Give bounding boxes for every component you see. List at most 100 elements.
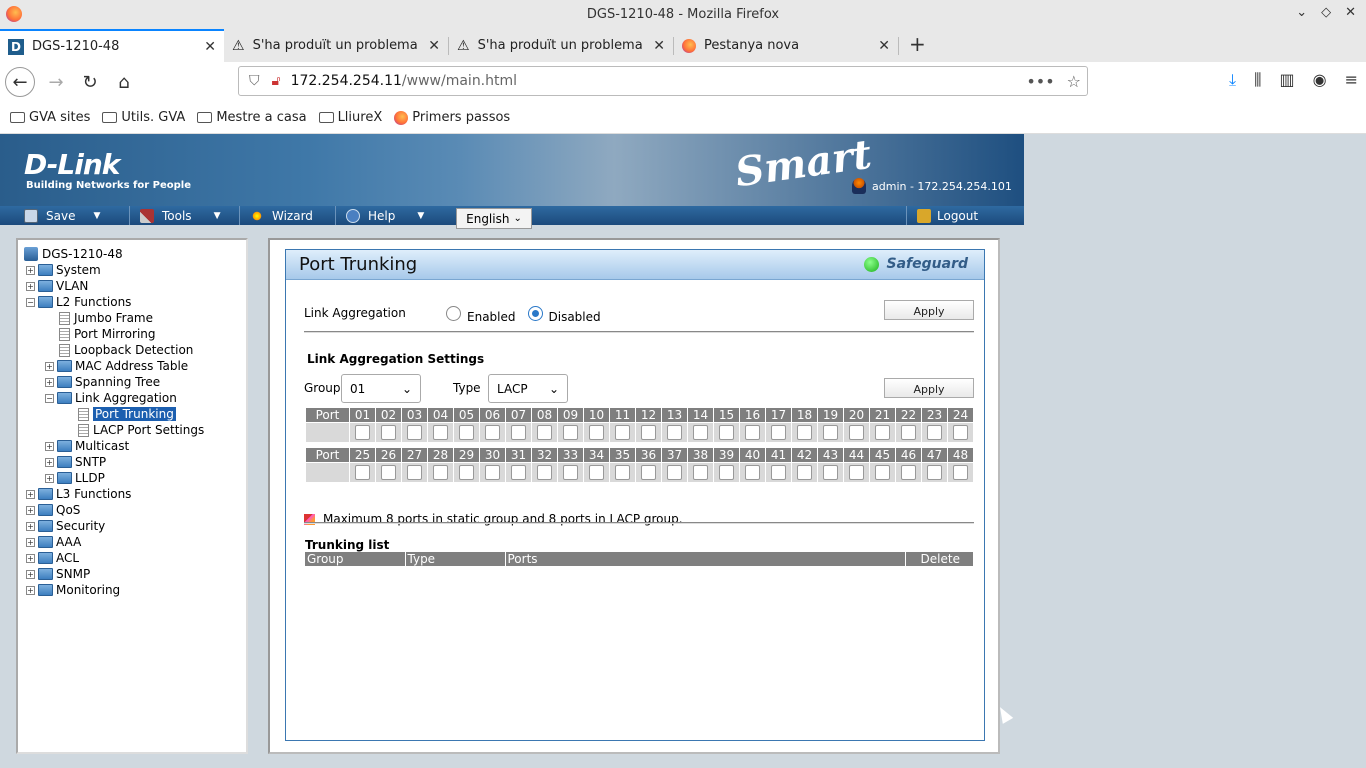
- expand-icon[interactable]: +: [45, 361, 54, 371]
- port-26-checkbox[interactable]: [381, 465, 396, 480]
- expand-icon[interactable]: +: [26, 505, 35, 515]
- expand-icon[interactable]: +: [45, 473, 54, 483]
- apply-settings-button[interactable]: Apply: [884, 378, 974, 398]
- downloads-icon[interactable]: ⤓: [1229, 70, 1236, 90]
- tree-item-mac-address-table[interactable]: + MAC Address Table: [18, 358, 246, 374]
- port-42-checkbox[interactable]: [797, 465, 812, 480]
- port-36-checkbox[interactable]: [641, 465, 656, 480]
- insecure-lock-icon[interactable]: 🔓︎: [272, 73, 281, 89]
- expand-icon[interactable]: +: [26, 265, 35, 275]
- collapse-icon[interactable]: −: [26, 297, 35, 307]
- close-tab-icon[interactable]: ✕: [878, 38, 890, 54]
- port-34-checkbox[interactable]: [589, 465, 604, 480]
- forward-arrow-icon[interactable]: →: [41, 67, 71, 97]
- new-tab-plus-icon[interactable]: +: [899, 32, 936, 60]
- close-tab-icon[interactable]: ✕: [428, 38, 440, 54]
- port-15-checkbox[interactable]: [719, 425, 734, 440]
- port-17-checkbox[interactable]: [771, 425, 786, 440]
- bookmark-gva-sites[interactable]: GVA sites: [10, 110, 90, 125]
- port-18-checkbox[interactable]: [797, 425, 812, 440]
- shield-icon[interactable]: ⛉: [249, 73, 260, 89]
- bookmark-primers-passos[interactable]: Primers passos: [394, 110, 510, 125]
- bookmark-mestre-a-casa[interactable]: Mestre a casa: [197, 110, 307, 125]
- port-08-checkbox[interactable]: [537, 425, 552, 440]
- collapse-icon[interactable]: −: [45, 393, 54, 403]
- minimize-icon[interactable]: ⌄: [1296, 5, 1307, 20]
- port-23-checkbox[interactable]: [927, 425, 942, 440]
- library-icon[interactable]: ⫼: [1254, 70, 1261, 90]
- port-30-checkbox[interactable]: [485, 465, 500, 480]
- tree-item-l3-functions[interactable]: + L3 Functions: [18, 486, 246, 502]
- tree-item-sntp[interactable]: + SNTP: [18, 454, 246, 470]
- tree-item-security[interactable]: + Security: [18, 518, 246, 534]
- port-05-checkbox[interactable]: [459, 425, 474, 440]
- tab-error-1[interactable]: ⚠ S'ha produït un problema ✕: [224, 29, 448, 62]
- expand-icon[interactable]: +: [45, 441, 54, 451]
- expand-icon[interactable]: +: [26, 521, 35, 531]
- tree-item-multicast[interactable]: + Multicast: [18, 438, 246, 454]
- bookmark-utils-gva[interactable]: Utils. GVA: [102, 110, 185, 125]
- port-21-checkbox[interactable]: [875, 425, 890, 440]
- port-10-checkbox[interactable]: [589, 425, 604, 440]
- port-04-checkbox[interactable]: [433, 425, 448, 440]
- tree-item-monitoring[interactable]: + Monitoring: [18, 582, 246, 598]
- tree-item-vlan[interactable]: + VLAN: [18, 278, 246, 294]
- bookmark-lliurex[interactable]: LliureX: [318, 110, 382, 125]
- port-46-checkbox[interactable]: [901, 465, 916, 480]
- tree-item-port-mirroring[interactable]: Port Mirroring: [18, 326, 246, 342]
- back-arrow-icon[interactable]: ←: [5, 67, 35, 97]
- menu-help[interactable]: Help ▼: [336, 206, 446, 225]
- menu-save[interactable]: Save ▼: [0, 206, 130, 225]
- port-44-checkbox[interactable]: [849, 465, 864, 480]
- expand-icon[interactable]: +: [26, 489, 35, 499]
- close-window-icon[interactable]: ✕: [1345, 5, 1356, 20]
- tab-new[interactable]: Pestanya nova ✕: [674, 29, 898, 62]
- port-01-checkbox[interactable]: [355, 425, 370, 440]
- sidebar-icon[interactable]: ▥: [1280, 70, 1295, 90]
- expand-icon[interactable]: +: [26, 537, 35, 547]
- port-20-checkbox[interactable]: [849, 425, 864, 440]
- expand-icon[interactable]: +: [26, 569, 35, 579]
- home-icon[interactable]: ⌂: [109, 67, 139, 97]
- port-45-checkbox[interactable]: [875, 465, 890, 480]
- tree-item-lldp[interactable]: + LLDP: [18, 470, 246, 486]
- menu-icon[interactable]: ≡: [1345, 70, 1358, 90]
- tree-item-system[interactable]: + System: [18, 262, 246, 278]
- close-tab-icon[interactable]: ✕: [204, 39, 216, 55]
- tree-item-acl[interactable]: + ACL: [18, 550, 246, 566]
- port-47-checkbox[interactable]: [927, 465, 942, 480]
- port-39-checkbox[interactable]: [719, 465, 734, 480]
- group-select[interactable]: 01 ⌄: [341, 374, 421, 403]
- tree-item-spanning-tree[interactable]: + Spanning Tree: [18, 374, 246, 390]
- port-28-checkbox[interactable]: [433, 465, 448, 480]
- logout-button[interactable]: Logout: [906, 206, 988, 225]
- port-03-checkbox[interactable]: [407, 425, 422, 440]
- port-16-checkbox[interactable]: [745, 425, 760, 440]
- tree-item-port-trunking[interactable]: Port Trunking: [18, 406, 246, 422]
- language-select[interactable]: English ⌄: [456, 208, 532, 229]
- port-40-checkbox[interactable]: [745, 465, 760, 480]
- tree-item-link-aggregation[interactable]: − Link Aggregation: [18, 390, 246, 406]
- expand-icon[interactable]: +: [26, 585, 35, 595]
- port-06-checkbox[interactable]: [485, 425, 500, 440]
- port-24-checkbox[interactable]: [953, 425, 968, 440]
- port-35-checkbox[interactable]: [615, 465, 630, 480]
- bookmark-star-icon[interactable]: ☆: [1067, 72, 1081, 91]
- tree-item-qos[interactable]: + QoS: [18, 502, 246, 518]
- tree-item-l2-functions[interactable]: − L2 Functions: [18, 294, 246, 310]
- maximize-icon[interactable]: ◇: [1321, 5, 1331, 20]
- reload-icon[interactable]: ↻: [75, 67, 105, 97]
- port-14-checkbox[interactable]: [693, 425, 708, 440]
- enabled-radio[interactable]: [446, 305, 461, 321]
- port-27-checkbox[interactable]: [407, 465, 422, 480]
- expand-icon[interactable]: +: [26, 553, 35, 563]
- expand-icon[interactable]: +: [45, 377, 54, 387]
- tree-item-snmp[interactable]: + SNMP: [18, 566, 246, 582]
- tree-item-jumbo-frame[interactable]: Jumbo Frame: [18, 310, 246, 326]
- port-13-checkbox[interactable]: [667, 425, 682, 440]
- tree-item-lacp-port-settings[interactable]: LACP Port Settings: [18, 422, 246, 438]
- tree-item-aaa[interactable]: + AAA: [18, 534, 246, 550]
- tree-item-loopback-detection[interactable]: Loopback Detection: [18, 342, 246, 358]
- account-icon[interactable]: ◉: [1313, 70, 1327, 90]
- tab-dgs[interactable]: D DGS-1210-48 ✕: [0, 29, 224, 62]
